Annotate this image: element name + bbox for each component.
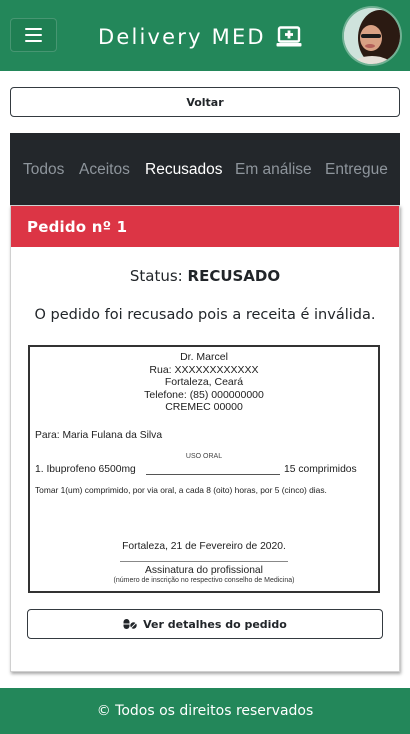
- prescription-patient: Para: Maria Fulana da Silva: [35, 430, 163, 441]
- prescription-doctor-block: Dr. Marcel Rua: XXXXXXXXXXXX Fortaleza, …: [30, 351, 378, 414]
- hamburger-menu-icon-bar: [25, 28, 42, 30]
- laptop-medical-icon: [276, 26, 302, 47]
- avatar[interactable]: [344, 8, 400, 64]
- prescription-street: Rua: XXXXXXXXXXXX: [149, 363, 259, 376]
- view-order-details-label: Ver detalhes do pedido: [143, 617, 287, 631]
- prescription-quantity: 15 comprimidos: [284, 464, 357, 475]
- hamburger-menu-icon-bar: [25, 34, 42, 36]
- hamburger-menu-icon-bar: [25, 40, 42, 42]
- tab-em-analise[interactable]: Em análise: [235, 161, 312, 179]
- signature-line: [120, 561, 288, 562]
- status-value: RECUSADO: [187, 267, 281, 285]
- prescription-doctor: Dr. Marcel: [180, 351, 228, 363]
- pills-icon: [123, 619, 137, 629]
- prescription-cremec: CREMEC 00000: [165, 401, 243, 414]
- prescription-signature: Assinatura do profissional: [145, 565, 263, 576]
- tab-todos[interactable]: Todos: [23, 161, 64, 179]
- tab-aceitos[interactable]: Aceitos: [79, 161, 130, 179]
- prescription-city: Fortaleza, Ceará: [164, 376, 244, 389]
- status-label: Status:: [129, 267, 183, 285]
- back-button[interactable]: Voltar: [10, 87, 400, 117]
- tab-recusados[interactable]: Recusados: [145, 161, 223, 179]
- prescription-phone: Telefone: (85) 000000000: [144, 388, 264, 401]
- tab-entregue[interactable]: Entregue: [325, 161, 388, 179]
- page: Delivery MED Voltar Todos Aceitos Recusa…: [0, 0, 410, 734]
- order-card: Pedido nº 1 Status: RECUSADO O pedido fo…: [10, 205, 400, 672]
- user-avatar-photo: [344, 8, 400, 64]
- brand[interactable]: Delivery MED: [98, 21, 302, 53]
- view-order-details-button[interactable]: Ver detalhes do pedido: [27, 609, 383, 639]
- order-status: Status: RECUSADO: [11, 267, 399, 285]
- prescription-instructions: Tomar 1(um) comprimido, por via oral, a …: [35, 485, 327, 495]
- refusal-reason: O pedido foi recusado pois a receita é i…: [34, 307, 376, 323]
- order-title: Pedido nº 1: [11, 206, 399, 247]
- footer-text: © Todos os direitos reservados: [96, 703, 314, 719]
- status-tabs: Todos Aceitos Recusados Em análise Entre…: [10, 133, 400, 205]
- prescription-date: Fortaleza, 21 de Fevereiro de 2020.: [122, 541, 286, 552]
- prescription-route: USO ORAL: [185, 453, 223, 460]
- top-navbar: Delivery MED: [0, 0, 410, 71]
- hamburger-menu-button[interactable]: [10, 18, 57, 52]
- prescription-medication: 1. Ibuprofeno 6500mg: [35, 464, 136, 475]
- prescription-image[interactable]: Dr. Marcel Rua: XXXXXXXXXXXX Fortaleza, …: [28, 345, 380, 593]
- prescription-underline: [146, 474, 280, 475]
- brand-title: Delivery MED: [98, 25, 266, 49]
- footer: © Todos os direitos reservados: [0, 688, 410, 734]
- prescription-signature-sub: (número de inscrição no respectivo conse…: [113, 577, 295, 584]
